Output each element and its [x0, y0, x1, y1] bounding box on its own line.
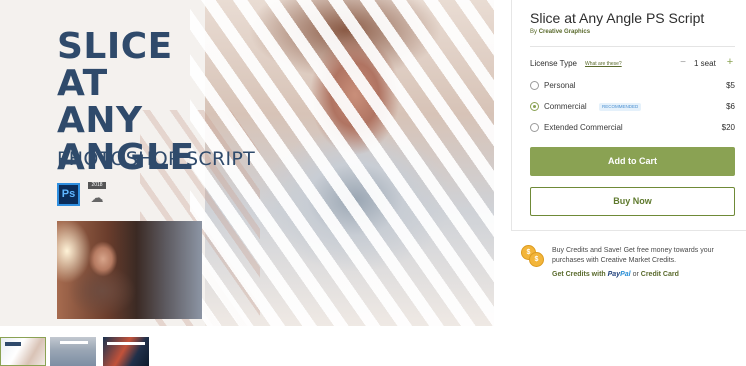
radio-extended-commercial[interactable] [530, 123, 539, 132]
preview-title-line-1: SLICE AT [57, 26, 173, 104]
product-byline: By Creative Graphics [530, 29, 590, 35]
license-option-price: $6 [726, 102, 735, 111]
license-type-label: License Type [530, 59, 577, 68]
thumbnail-title-bar [107, 342, 145, 345]
quantity-plus-button[interactable]: + [725, 56, 735, 68]
license-option-label: Personal [544, 81, 576, 90]
add-to-cart-button[interactable]: Add to Cart [530, 147, 735, 176]
paypal-logo: PayPal [608, 271, 631, 278]
divider [530, 46, 735, 47]
license-option-price: $20 [721, 123, 735, 132]
radio-commercial[interactable] [530, 102, 539, 111]
byline-prefix: By [530, 29, 538, 35]
inset-photo [57, 221, 202, 319]
thumbnail-title-bar [5, 342, 21, 346]
credits-promo-text: Buy Credits and Save! Get free money tow… [552, 247, 714, 264]
get-credits-paypal-link[interactable]: Get Credits with PayPal [552, 271, 631, 278]
cc-version-label: 2018 [88, 182, 106, 189]
license-option-extended-commercial[interactable]: Extended Commercial $20 [530, 122, 735, 134]
product-page: SLICE AT ANY ANGLE PHOTOSHOP SCRIPT Ps 2… [0, 0, 746, 366]
photoshop-icon: Ps [57, 183, 80, 206]
thumbnail-1[interactable] [0, 337, 46, 366]
license-option-label: Extended Commercial [544, 123, 623, 132]
author-link[interactable]: Creative Graphics [539, 29, 590, 35]
credits-link-prefix: Get Credits with [552, 271, 606, 278]
paypal-logo-part-2: Pal [620, 271, 631, 278]
quantity-value: 1 seat [694, 59, 716, 68]
thumbnail-2[interactable] [50, 337, 96, 366]
credits-links: Get Credits with PayPal or Credit Card [552, 271, 679, 278]
preview-subtitle: PHOTOSHOP SCRIPT [57, 148, 256, 170]
creative-cloud-icon: 2018 ☁ [84, 182, 110, 206]
coin-icon: $ [529, 252, 544, 267]
radio-personal[interactable] [530, 81, 539, 90]
quantity-minus-button[interactable]: − [678, 57, 688, 68]
license-help-link[interactable]: What are these? [585, 61, 622, 67]
purchase-panel: Slice at Any Angle PS Script By Creative… [511, 0, 746, 231]
license-option-personal[interactable]: Personal $5 [530, 80, 735, 92]
thumbnail-3[interactable] [103, 337, 149, 366]
paypal-logo-part-1: Pay [607, 271, 621, 278]
license-row: License Type What are these? − 1 seat + [530, 56, 735, 71]
license-option-price: $5 [726, 81, 735, 90]
credit-card-link[interactable]: Credit Card [641, 271, 679, 278]
recommended-badge: RECOMMENDED [599, 103, 642, 111]
preview-title-line-2: ANY [57, 100, 143, 141]
cc-glyph: ☁ [90, 190, 104, 205]
product-title: Slice at Any Angle PS Script [530, 10, 705, 26]
credits-or-text: or [632, 271, 639, 278]
coins-icon: $ $ [521, 244, 545, 268]
buy-now-button[interactable]: Buy Now [530, 187, 735, 216]
product-preview-image[interactable]: SLICE AT ANY ANGLE PHOTOSHOP SCRIPT Ps 2… [0, 0, 494, 326]
license-option-label: Commercial [544, 102, 587, 111]
license-option-commercial[interactable]: Commercial RECOMMENDED $6 [530, 101, 735, 113]
thumbnail-title-bar [60, 341, 88, 344]
